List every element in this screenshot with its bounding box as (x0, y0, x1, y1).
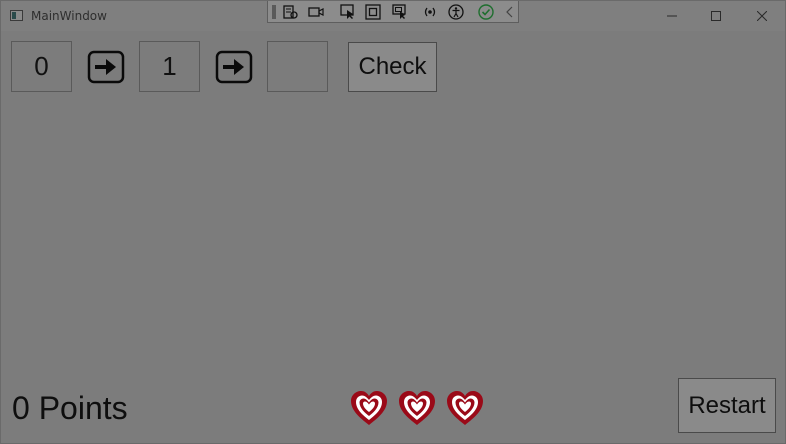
live-visual-tree-icon[interactable] (282, 4, 298, 20)
binding-failures-icon[interactable] (422, 4, 438, 20)
main-window: MainWindow 0 1 Check 0 Points Restart (0, 0, 786, 444)
heart-life-icon (397, 388, 437, 428)
ok-status-icon[interactable] (478, 4, 494, 20)
wpf-debug-toolbar (267, 1, 519, 23)
heart-life-icon (445, 388, 485, 428)
sequence-first-value: 0 (11, 41, 72, 92)
toolbar-grip-icon[interactable] (272, 5, 276, 19)
window-title: MainWindow (31, 9, 107, 23)
maximize-button[interactable] (693, 1, 739, 31)
restart-button[interactable]: Restart (678, 378, 776, 433)
minimize-icon (667, 15, 677, 17)
heart-life-icon (349, 388, 389, 428)
right-arrow-icon (215, 50, 253, 84)
select-element-icon[interactable] (340, 4, 356, 20)
check-button[interactable]: Check (348, 42, 437, 92)
display-layout-adorners-icon[interactable] (365, 4, 381, 20)
track-focused-element-icon[interactable] (392, 4, 408, 20)
collapse-icon[interactable] (502, 4, 518, 20)
points-label: 0 Points (12, 390, 128, 426)
accessibility-checker-icon[interactable] (448, 4, 464, 20)
close-button[interactable] (739, 1, 785, 31)
minimize-button[interactable] (649, 1, 695, 31)
close-icon (757, 11, 767, 21)
title-bar[interactable]: MainWindow (1, 1, 785, 31)
maximize-icon (711, 11, 721, 21)
app-icon (10, 10, 23, 21)
answer-input[interactable] (267, 41, 328, 92)
video-capture-icon[interactable] (308, 4, 324, 20)
sequence-second-value: 1 (139, 41, 200, 92)
right-arrow-icon (87, 50, 125, 84)
